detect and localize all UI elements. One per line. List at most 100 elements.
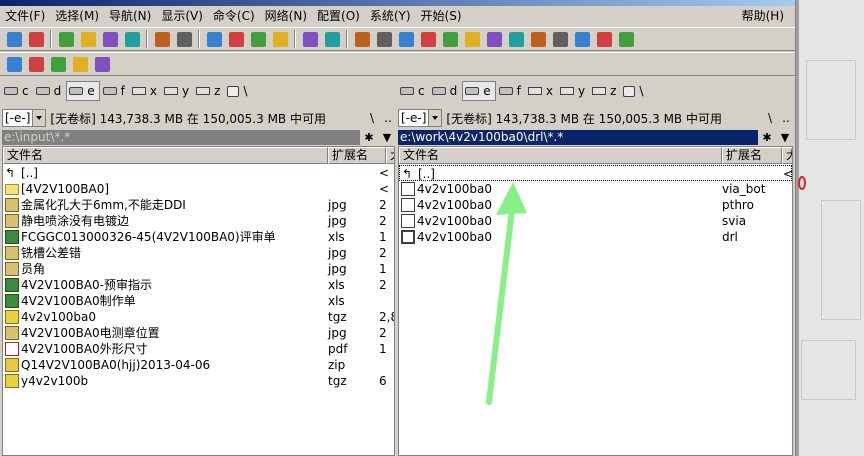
right-parent-button[interactable]: ..	[778, 109, 794, 127]
chevron-down-icon[interactable]	[32, 110, 46, 126]
file-row[interactable]: 4v2v100ba0 tgz 2,8	[3, 309, 394, 325]
box-button[interactable]	[4, 54, 24, 74]
compare-button[interactable]	[270, 29, 290, 49]
drive-button-network[interactable]: \	[621, 81, 647, 101]
right-root-button[interactable]: \	[762, 109, 778, 127]
file-row[interactable]: 金属化孔大于6mm,不能走DDI jpg 2	[3, 197, 394, 213]
pack-button[interactable]	[204, 29, 224, 49]
file-row[interactable]: 4v2v100ba0 drl	[399, 229, 792, 245]
package-button[interactable]	[550, 29, 570, 49]
url-button[interactable]	[374, 29, 394, 49]
drive-button-d[interactable]: d	[34, 81, 66, 101]
pdf-button[interactable]	[572, 29, 592, 49]
acrobat-button[interactable]	[484, 29, 504, 49]
find-button[interactable]	[300, 29, 320, 49]
column-header-size[interactable]: 大	[782, 147, 792, 164]
word-button[interactable]	[594, 29, 614, 49]
file-row[interactable]: 4v2v100ba0 svia	[399, 213, 792, 229]
drive-button-c[interactable]: c	[2, 81, 33, 101]
menu-item[interactable]: 显示(V)	[156, 6, 208, 26]
file-row[interactable]: 4V2V100BA0电测章位置 jpg 2	[3, 325, 394, 341]
file-row[interactable]: 4V2V100BA0-预审指示 xls 2	[3, 277, 394, 293]
file-row[interactable]: 4v2v100ba0 pthro	[399, 197, 792, 213]
right-drive-combo[interactable]: [-e-]	[398, 109, 443, 127]
file-row[interactable]: 员角 jpg 1	[3, 261, 394, 277]
cmd-button[interactable]	[48, 54, 68, 74]
drive-button-y[interactable]: y	[162, 81, 193, 101]
full-view-button[interactable]	[78, 29, 98, 49]
left-drive-combo[interactable]: [-e-]	[2, 109, 47, 127]
unpack-button[interactable]	[226, 29, 246, 49]
folder-open-button[interactable]	[92, 54, 112, 74]
file-row[interactable]: Q14V2V100BA0(hjj)2013-04-06 zip	[3, 357, 394, 373]
drive-button-d[interactable]: d	[430, 81, 462, 101]
file-row[interactable]: 4V2V100BA0制作单 xls	[3, 293, 394, 309]
menu-item[interactable]: 网络(N)	[260, 6, 312, 26]
sort-button[interactable]	[122, 29, 142, 49]
edit-button[interactable]	[418, 29, 438, 49]
folder-button[interactable]	[70, 54, 90, 74]
drive-button-z[interactable]: z	[590, 81, 620, 101]
menu-item[interactable]: 选择(M)	[50, 6, 104, 26]
brief-view-button[interactable]	[56, 29, 76, 49]
column-header-ext[interactable]: 扩展名	[722, 147, 782, 164]
drive-button-c[interactable]: c	[398, 81, 429, 101]
right-file-panel[interactable]: 文件名 扩展名 大 ↰[..]<4v2v100ba0via_bot4v2v100…	[398, 146, 793, 456]
file-row[interactable]: 铣槽公差错 jpg 2	[3, 245, 394, 261]
menu-item[interactable]: 开始(S)	[416, 6, 467, 26]
left-parent-button[interactable]: ..	[380, 109, 396, 127]
left-file-panel[interactable]: 文件名 扩展名 大 ↰[..]<[4V2V100BA0]<金属化孔大于6mm,不…	[2, 146, 395, 456]
file-row[interactable]: y4v2v100b tgz 6	[3, 373, 394, 389]
file-row[interactable]: 4v2v100ba0 via_bot	[399, 181, 792, 197]
refresh-button[interactable]	[4, 29, 24, 49]
paint-button[interactable]	[462, 29, 482, 49]
parent-dir-button[interactable]	[528, 29, 548, 49]
back-button[interactable]	[152, 29, 172, 49]
menu-item[interactable]: 配置(O)	[312, 6, 365, 26]
shortcut-button[interactable]	[616, 29, 636, 49]
menu-item[interactable]: 导航(N)	[104, 6, 156, 26]
file-row[interactable]: 4V2V100BA0外形尺寸 pdf 1	[3, 341, 394, 357]
parent-dir-row[interactable]: ↰ [..] <	[399, 165, 792, 181]
asterisk-icon[interactable]: ✱	[758, 131, 776, 144]
drive-button-network[interactable]: \	[225, 81, 251, 101]
column-header-name[interactable]: 文件名	[399, 147, 722, 164]
drive-button-x[interactable]: x	[526, 81, 557, 101]
save-button[interactable]	[26, 54, 46, 74]
column-header-name[interactable]: 文件名	[3, 147, 328, 164]
menu-item-help[interactable]: 帮助(H)	[737, 6, 789, 26]
ftp-button[interactable]	[352, 29, 372, 49]
file-row[interactable]: [4V2V100BA0] <	[3, 181, 394, 197]
drive-button-e[interactable]: e	[66, 81, 100, 101]
drive-button-z[interactable]: z	[194, 81, 224, 101]
forward-button[interactable]	[174, 29, 194, 49]
chevron-down-icon[interactable]	[428, 110, 442, 126]
menu-item[interactable]: 文件(F)	[0, 6, 50, 26]
drive-button-f[interactable]: f	[497, 81, 525, 101]
column-header-ext[interactable]: 扩展名	[328, 147, 386, 164]
left-path[interactable]: e:\input\*.*	[2, 129, 360, 145]
menu-item[interactable]: 系统(Y)	[365, 6, 416, 26]
calc-button[interactable]	[440, 29, 460, 49]
archive-button[interactable]	[506, 29, 526, 49]
right-path[interactable]: e:\work\4v2v100ba0\drl\*.*	[398, 129, 758, 145]
notepad-button[interactable]	[396, 29, 416, 49]
multi-rename-button[interactable]	[322, 29, 342, 49]
left-root-button[interactable]: \	[364, 109, 380, 127]
chevron-down-icon[interactable]: ▼	[378, 131, 396, 144]
asterisk-icon[interactable]: ✱	[360, 131, 378, 144]
tree-view-button[interactable]	[100, 29, 120, 49]
drive-button-x[interactable]: x	[130, 81, 161, 101]
drive-button-f[interactable]: f	[101, 81, 129, 101]
menu-item[interactable]: 命令(C)	[208, 6, 260, 26]
drive-button-y[interactable]: y	[558, 81, 589, 101]
sync-button[interactable]	[248, 29, 268, 49]
drive-button-e[interactable]: e	[462, 81, 496, 101]
file-row[interactable]: 静电喷涂没有电镀边 jpg 2	[3, 213, 394, 229]
view-button[interactable]	[26, 29, 46, 49]
chevron-down-icon[interactable]: ▼	[776, 131, 794, 144]
unpack-icon	[228, 31, 244, 47]
file-row[interactable]: FCGGC013000326-45(4V2V100BA0)评审单 xls 1	[3, 229, 394, 245]
parent-dir-row[interactable]: ↰ [..] <	[3, 165, 394, 181]
column-header-size[interactable]: 大	[386, 147, 394, 164]
